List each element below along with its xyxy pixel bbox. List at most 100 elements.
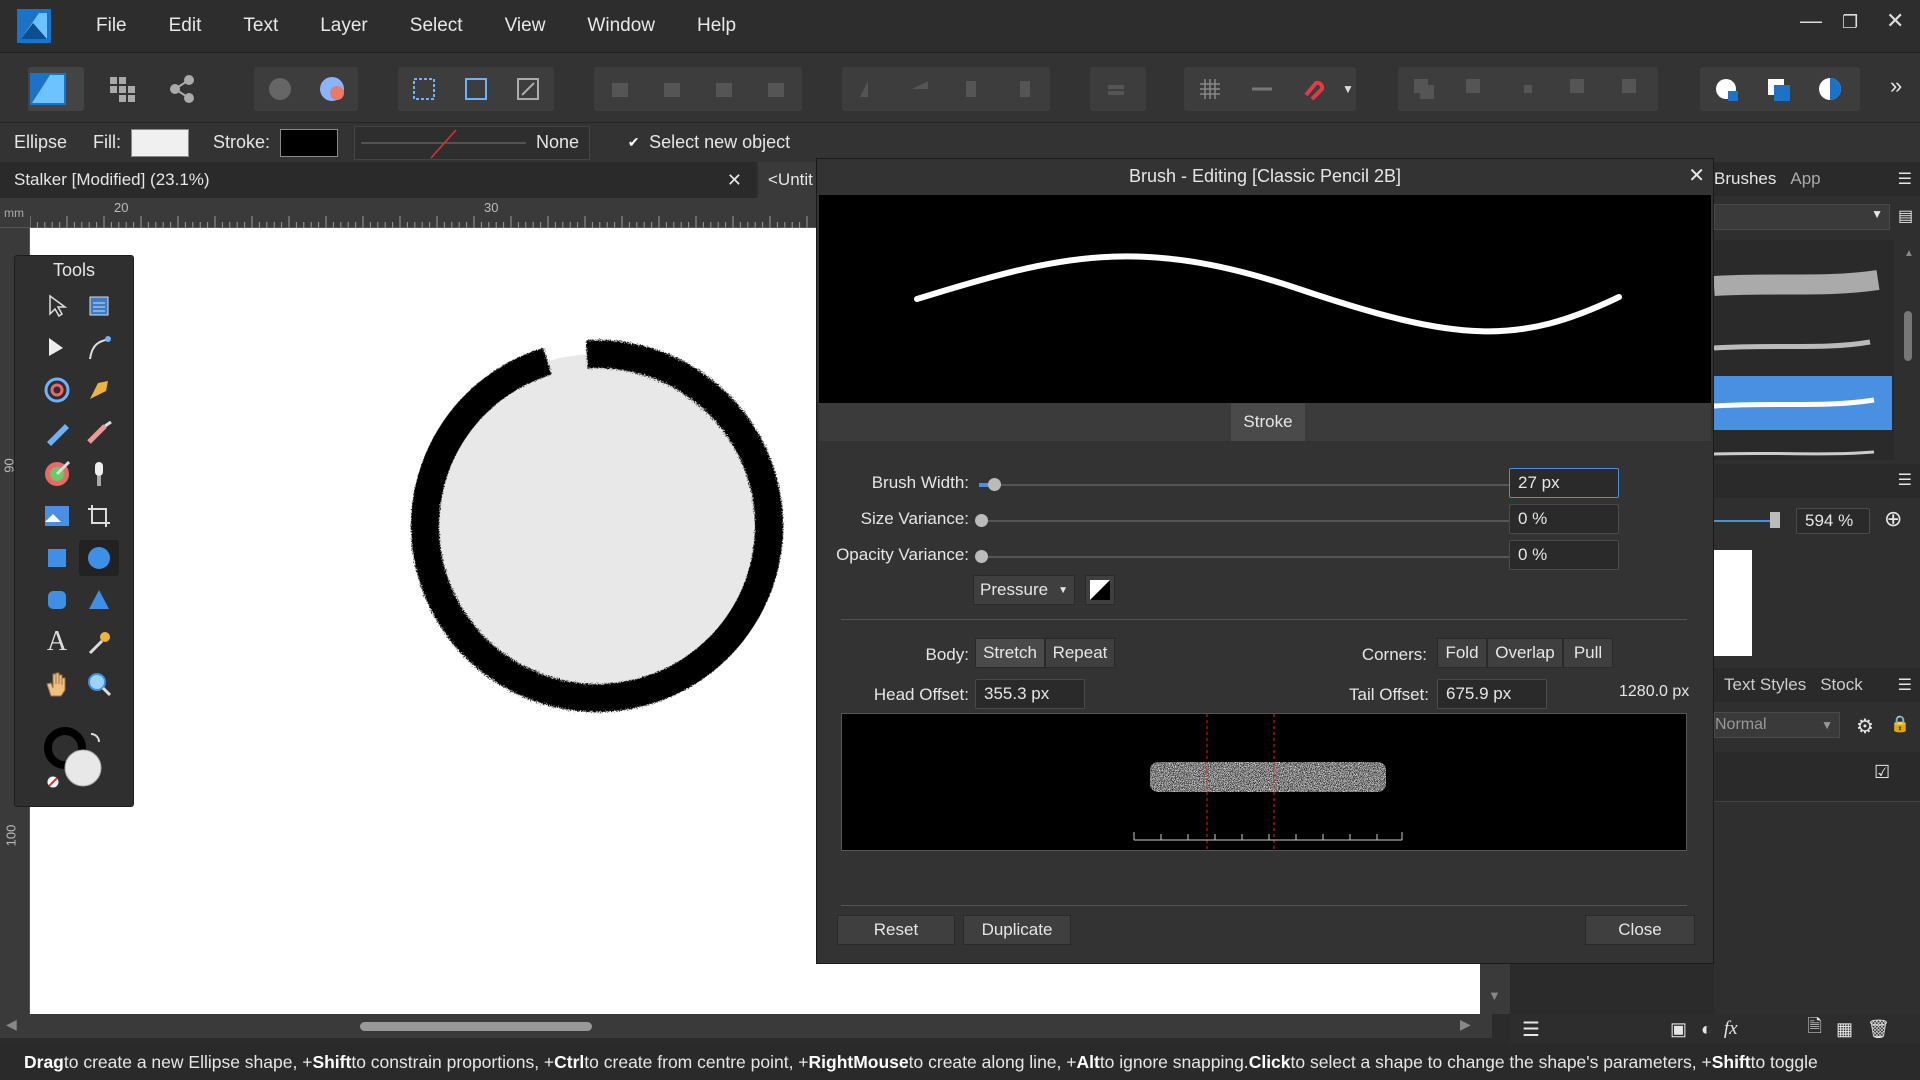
app-logo-icon[interactable]	[17, 9, 51, 43]
restore-icon[interactable]: ❐	[1842, 12, 1858, 33]
panel-menu-icon[interactable]: ☰	[1898, 675, 1912, 695]
transform-selection-icon[interactable]	[398, 67, 450, 111]
reset-button[interactable]: Reset	[837, 915, 955, 945]
menu-help[interactable]: Help	[676, 15, 757, 37]
tab-app[interactable]: App	[1790, 169, 1820, 189]
layer-visibility-checkbox[interactable]: ☑	[1874, 762, 1890, 783]
document-tab-active[interactable]: Stalker [Modified] (23.1%) ✕	[0, 162, 756, 198]
stroke-style-dropdown[interactable]: None	[354, 125, 591, 160]
scroll-down-icon[interactable]: ▼	[1488, 988, 1501, 1003]
lock-icon[interactable]: 🔒	[1890, 714, 1910, 734]
delete-icon[interactable]: 🗑	[1867, 1019, 1890, 1040]
panel-menu-icon[interactable]: ☰	[1898, 169, 1912, 189]
boolean-divide-icon[interactable]	[1606, 67, 1658, 111]
flip-vertical-icon[interactable]	[894, 67, 946, 111]
minimize-icon[interactable]: —	[1800, 8, 1822, 34]
panel-menu-icon[interactable]: ☰	[1898, 470, 1912, 490]
layers-stack-icon[interactable]: ☰	[1522, 1017, 1540, 1042]
adjustment-icon[interactable]: ◐	[1701, 1019, 1712, 1040]
tab-stroke[interactable]: Stroke	[1231, 403, 1305, 441]
align-icon[interactable]	[1090, 67, 1142, 111]
contour-tool-icon[interactable]	[37, 372, 77, 408]
select-new-object-checkbox[interactable]: ✔	[626, 134, 641, 150]
opacity-variance-slider-handle[interactable]	[975, 550, 988, 563]
rectangle-tool-icon[interactable]	[37, 540, 77, 576]
arrange-backward-icon[interactable]	[646, 67, 698, 111]
place-image-tool-icon[interactable]	[37, 498, 77, 534]
grid-icon[interactable]	[1184, 67, 1236, 111]
dialog-close-icon[interactable]: ✕	[1688, 163, 1705, 188]
blend-mode-dropdown[interactable]: Normal ▼	[1714, 712, 1840, 738]
navigator-thumbnail[interactable]	[1714, 550, 1752, 656]
tail-offset-field[interactable]: 675.9 px	[1437, 679, 1547, 709]
horizontal-scrollbar[interactable]: ◀ ▶	[0, 1014, 1492, 1038]
vector-brush-tool-icon[interactable]	[79, 414, 119, 450]
transparency-tool-icon[interactable]	[79, 456, 119, 492]
zoom-slider-handle[interactable]	[1770, 512, 1780, 528]
snapping-magnet-icon[interactable]	[1288, 67, 1340, 111]
vertical-scrollbar[interactable]: ▼	[1480, 964, 1510, 1014]
color-picker-tool-icon[interactable]	[79, 624, 119, 660]
pressure-dropdown[interactable]: Pressure ▼	[973, 575, 1075, 605]
close-button[interactable]: Close	[1585, 915, 1695, 945]
body-repeat-button[interactable]: Repeat	[1045, 638, 1115, 668]
scroll-up-icon[interactable]: ▲	[1904, 248, 1914, 259]
toolbar-overflow-icon[interactable]: »	[1890, 73, 1902, 99]
opacity-variance-field[interactable]: 0 %	[1509, 540, 1619, 570]
menu-text[interactable]: Text	[222, 15, 299, 37]
menu-window[interactable]: Window	[566, 15, 676, 37]
artistic-text-tool-icon[interactable]: A	[37, 624, 77, 660]
boolean-add-icon[interactable]	[1398, 67, 1450, 111]
rotate-selection-icon[interactable]	[502, 67, 554, 111]
snap-selection-icon[interactable]	[450, 67, 502, 111]
insert-inside-icon[interactable]	[1804, 67, 1856, 111]
rounded-rectangle-tool-icon[interactable]	[37, 582, 77, 618]
pen-tool-icon[interactable]	[79, 372, 119, 408]
add-layer-icon[interactable]: 🗎	[1808, 1014, 1822, 1044]
pressure-curve-button[interactable]	[1085, 575, 1115, 605]
stroke-swatch[interactable]	[280, 128, 339, 157]
fill-swatch[interactable]	[131, 128, 190, 157]
horizontal-scroll-thumb[interactable]	[360, 1022, 592, 1031]
brush-width-slider-handle[interactable]	[988, 478, 1002, 491]
assistant-options-icon[interactable]	[306, 67, 358, 111]
zoom-tool-icon[interactable]	[79, 666, 119, 702]
menu-select[interactable]: Select	[389, 15, 484, 37]
corners-overlap-button[interactable]: Overlap	[1487, 638, 1563, 668]
zoom-field[interactable]: 594 %	[1796, 508, 1870, 534]
corners-fold-button[interactable]: Fold	[1437, 638, 1487, 668]
size-variance-field[interactable]: 0 %	[1509, 504, 1619, 534]
boolean-subtract-icon[interactable]	[1450, 67, 1502, 111]
guides-icon[interactable]	[1236, 67, 1288, 111]
document-tab-close-icon[interactable]: ✕	[727, 170, 742, 191]
scroll-left-icon[interactable]: ◀	[6, 1016, 17, 1033]
pixel-persona-icon[interactable]	[96, 67, 148, 111]
artboard-tool-icon[interactable]	[79, 288, 119, 324]
tab-stock[interactable]: Stock	[1820, 675, 1863, 695]
designer-persona-button[interactable]	[28, 67, 84, 111]
head-offset-field[interactable]: 355.3 px	[975, 679, 1085, 709]
tab-text-styles[interactable]: Text Styles	[1724, 675, 1806, 695]
boolean-xor-icon[interactable]	[1554, 67, 1606, 111]
arrange-back-icon[interactable]	[594, 67, 646, 111]
duplicate-button[interactable]: Duplicate	[963, 915, 1071, 945]
brush-nozzle-preview[interactable]	[841, 713, 1687, 852]
group-icon[interactable]: ▦	[1836, 1019, 1853, 1040]
brush-list[interactable]	[1713, 240, 1894, 460]
ellipse-tool-icon[interactable]	[79, 540, 119, 576]
brush-width-slider[interactable]	[979, 484, 1539, 486]
rotate-left-icon[interactable]	[946, 67, 998, 111]
zoom-in-icon[interactable]: ⊕	[1884, 506, 1902, 532]
brush-list-view-icon[interactable]: ▤	[1898, 206, 1913, 226]
fx-icon[interactable]: fx	[1724, 1018, 1738, 1040]
color-swatches-widget[interactable]	[43, 726, 113, 790]
snapping-dropdown-icon[interactable]: ▼	[1340, 82, 1356, 96]
size-variance-slider-handle[interactable]	[975, 514, 988, 527]
body-stretch-button[interactable]: Stretch	[975, 638, 1045, 668]
brush-category-dropdown[interactable]: ▼	[1714, 204, 1890, 230]
mask-layer-icon[interactable]: ▣	[1670, 1019, 1687, 1040]
layer-settings-gear-icon[interactable]: ⚙	[1856, 714, 1874, 739]
size-variance-slider[interactable]	[979, 520, 1539, 522]
fill-tool-icon[interactable]	[37, 456, 77, 492]
insert-behind-icon[interactable]	[1700, 67, 1752, 111]
